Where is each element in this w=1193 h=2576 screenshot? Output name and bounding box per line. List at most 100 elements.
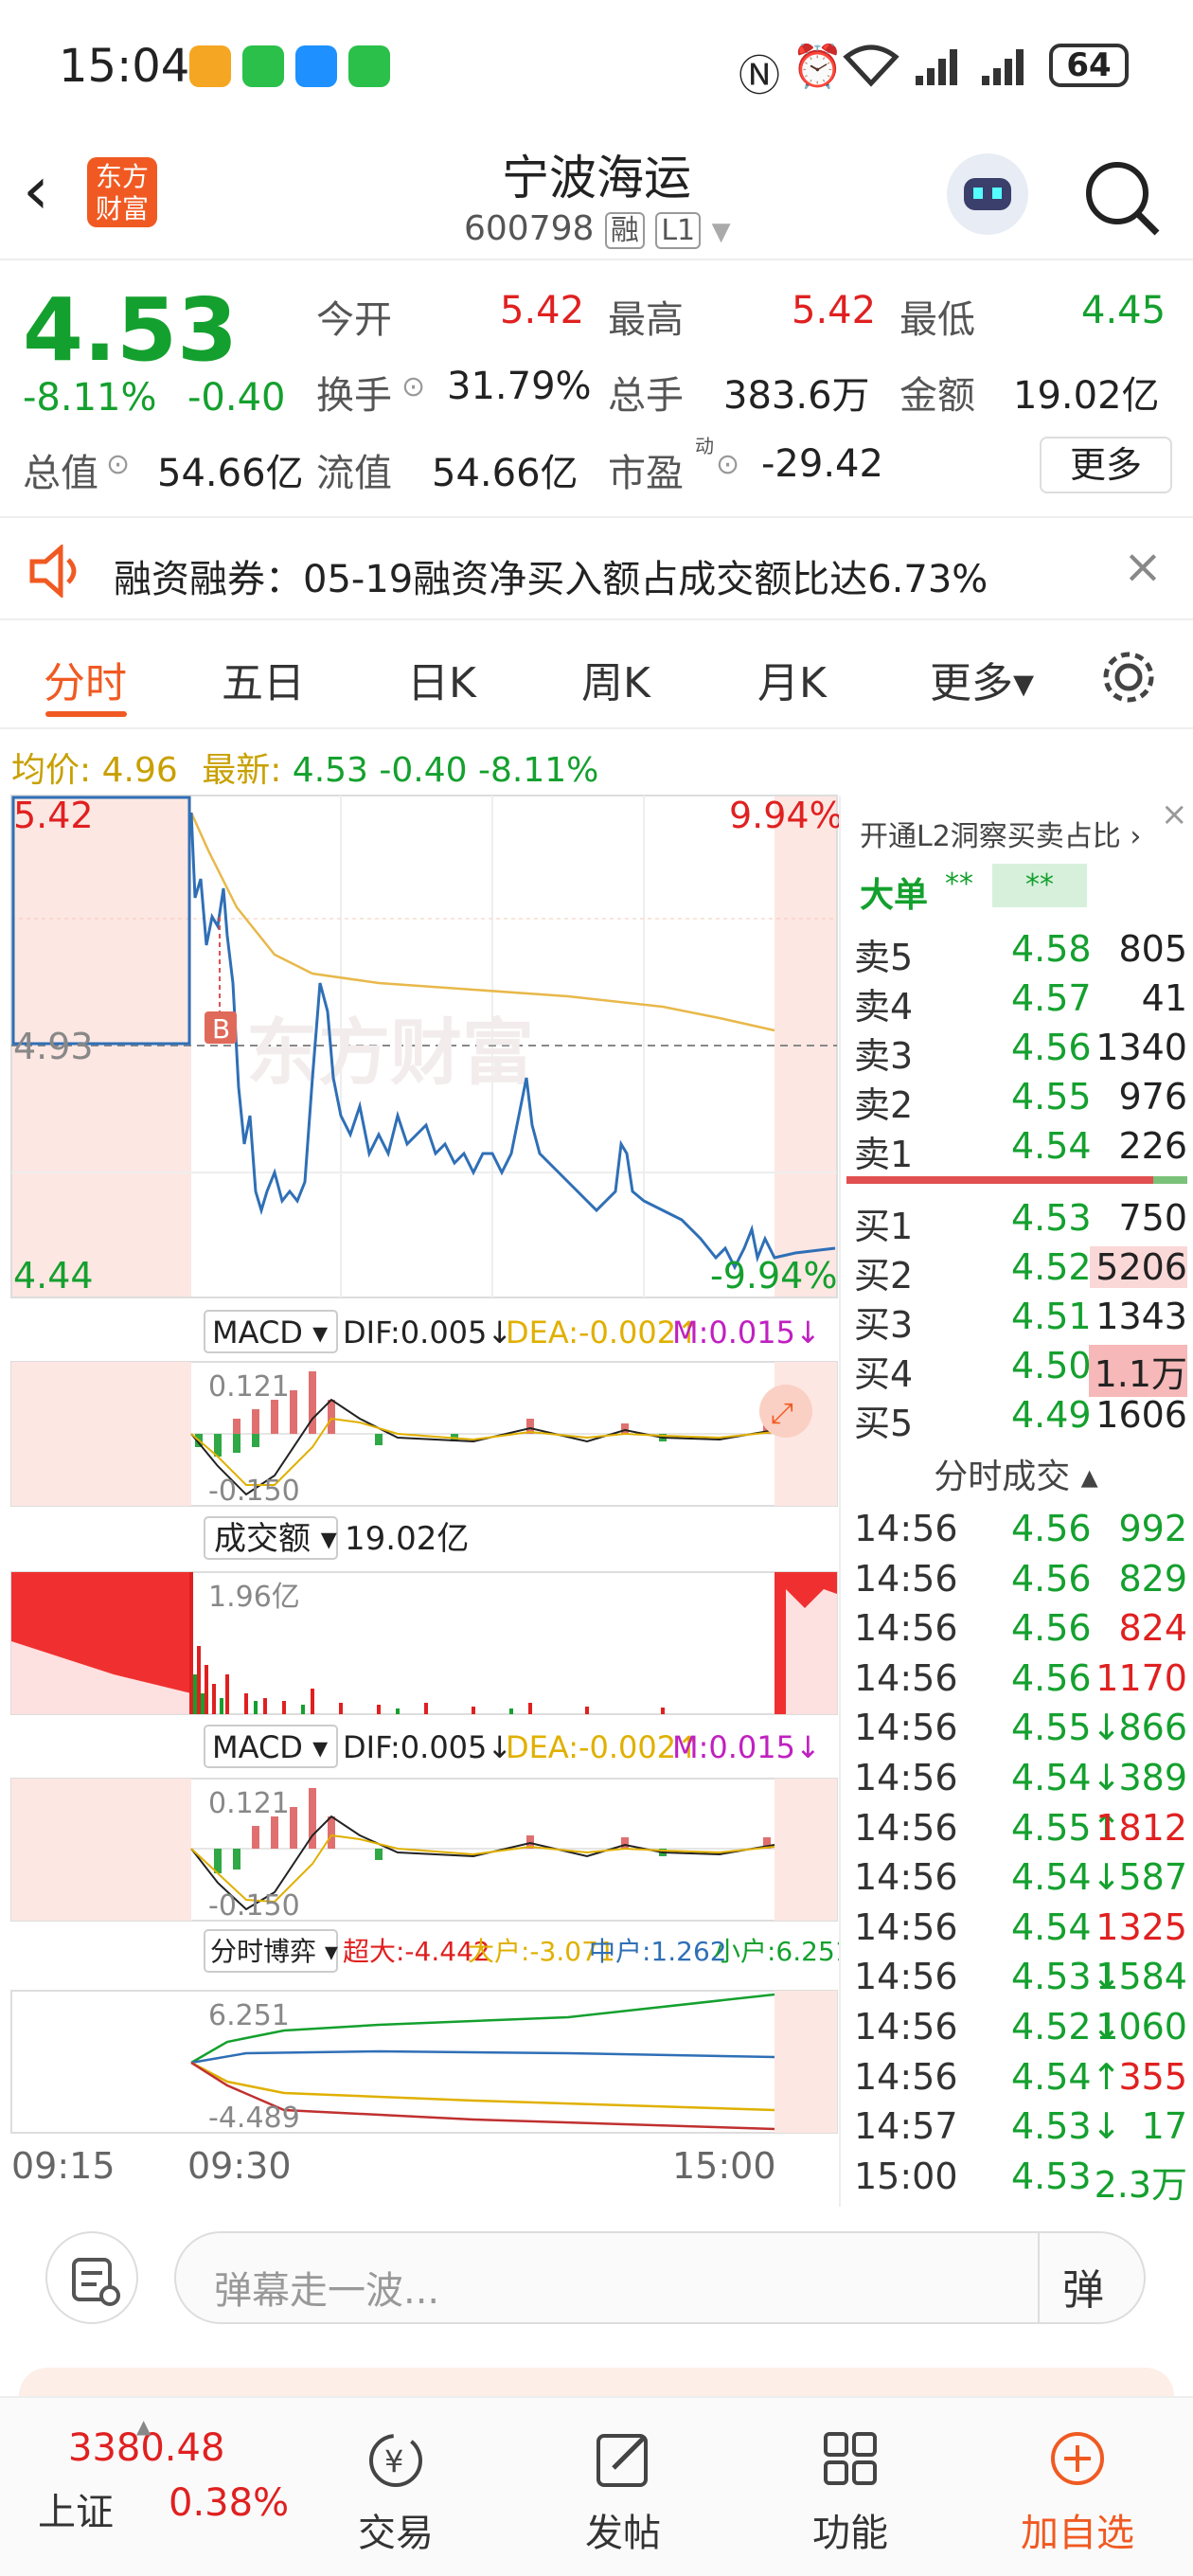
tick-price: 4.55↓ [1011, 1707, 1122, 1749]
row-price: 4.49 [1011, 1394, 1092, 1436]
row-volume: 1606 [1095, 1394, 1187, 1436]
info-icon-2[interactable]: ⊙ [106, 448, 130, 481]
grid-icon [824, 2432, 877, 2485]
close-banner-icon[interactable]: × [1161, 796, 1188, 833]
tab-intraday[interactable]: 分时 [44, 649, 127, 709]
ask-row[interactable]: 卖3 4.56 1340 [850, 1027, 1191, 1077]
m-text: M:0.015↓ [672, 1315, 821, 1351]
tick-row: 14:56 4.56 1170 [850, 1657, 1191, 1707]
chevron-down-icon[interactable]: ▼ [712, 218, 731, 246]
macd-lo-label-2: -0.150 [208, 1889, 300, 1923]
search-icon[interactable] [1079, 155, 1165, 241]
bid-row[interactable]: 买5 4.49 1606 [850, 1394, 1191, 1444]
tab-weekly-k[interactable]: 周K [581, 649, 650, 709]
latest-label: 最新: [202, 751, 282, 790]
nav-add-watchlist[interactable]: 加自选 [1002, 2426, 1153, 2557]
change-pct: -8.11% [23, 376, 157, 420]
info-icon-3[interactable]: ⊙ [716, 448, 739, 481]
tick-volume: 1584 [1095, 1956, 1187, 1998]
chart-tabs: 分时 五日 日K 周K 月K 更多▾ [0, 620, 1193, 729]
wifi-icon [843, 45, 899, 87]
nav-functions[interactable]: 功能 [775, 2426, 926, 2557]
index-name[interactable]: 上证 [38, 2481, 114, 2536]
svg-text:¥: ¥ [384, 2443, 403, 2479]
tab-daily-k[interactable]: 日K [407, 649, 476, 709]
row-label: 卖2 [854, 1084, 914, 1126]
small-text: 小户:6.251 [714, 1936, 839, 1967]
message-icon [295, 45, 337, 87]
ticks-title[interactable]: 分时成交 ▴ [841, 1449, 1191, 1498]
index-pct: 0.38% [169, 2481, 290, 2525]
big-order-b: ** [992, 864, 1087, 907]
low-value: 4.45 [1081, 289, 1166, 332]
tick-row: 14:56 4.53↓ 1584 [850, 1956, 1191, 2005]
latest-value: 4.53 [292, 751, 368, 790]
back-icon[interactable]: ‹ [23, 152, 49, 229]
tick-volume: 829 [1118, 1557, 1187, 1600]
tick-row: 14:56 4.52↓ 1060 [850, 2006, 1191, 2055]
danmaku-button[interactable]: 弹 [1062, 2256, 1104, 2317]
danmaku-icon [72, 2258, 120, 2306]
tab-more[interactable]: 更多▾ [930, 649, 1034, 709]
tick-time: 14:56 [854, 1707, 958, 1749]
tick-row: 14:56 4.54↑ 355 [850, 2056, 1191, 2105]
pe-label: 市盈 [608, 452, 684, 495]
l2-banner[interactable]: 开通L2洞察买卖占比 › [860, 813, 1141, 854]
close-icon[interactable]: × [1123, 539, 1163, 594]
info-icon[interactable]: ⊙ [401, 370, 425, 403]
comment-input-box[interactable]: 弹幕走一波... 弹 [174, 2231, 1146, 2324]
row-label: 买5 [854, 1403, 914, 1444]
bid-row[interactable]: 买4 4.50 1.1万 [850, 1345, 1191, 1397]
high-label: 最高 [608, 298, 684, 342]
tick-price: 4.56 [1011, 1557, 1092, 1600]
nav-post[interactable]: 发帖 [547, 2426, 699, 2557]
speaker-icon [29, 545, 77, 598]
nav-post-label: 发帖 [585, 2512, 661, 2555]
tick-volume: 1170 [1095, 1656, 1187, 1699]
row-volume: 226 [1118, 1125, 1187, 1167]
signal-icon [916, 49, 957, 85]
row-volume: 1343 [1095, 1296, 1187, 1337]
tick-time: 14:56 [854, 2006, 958, 2048]
intraday-chart[interactable]: 东方财富 B 5.42 4.93 4.44 9.94% -9.94% MACD … [0, 794, 839, 2195]
nav-trade[interactable]: ¥ 交易 [320, 2426, 472, 2557]
danmaku-settings-button[interactable] [45, 2231, 138, 2324]
ask-row[interactable]: 卖1 4.54 226 [850, 1125, 1191, 1175]
row-price: 4.53 [1011, 1197, 1092, 1239]
amount-panel-value: 19.02亿 [345, 1520, 469, 1558]
tab-monthly-k[interactable]: 月K [757, 649, 827, 709]
tick-time: 14:56 [854, 1856, 958, 1899]
tick-row: 15:00 4.53 2.3万 [850, 2156, 1191, 2206]
more-button[interactable]: 更多 [1040, 437, 1172, 493]
ask-row[interactable]: 卖5 4.58 805 [850, 928, 1191, 978]
tick-time: 14:57 [854, 2105, 958, 2148]
tick-row: 14:56 4.55↓ 866 [850, 1707, 1191, 1756]
trade-icon: ¥ [369, 2434, 422, 2487]
bid-row[interactable]: 买1 4.53 750 [850, 1197, 1191, 1247]
margin-notice[interactable]: 融资融券：05-19融资净买入额占成交额比达6.73% × [0, 516, 1193, 620]
row-price: 4.51 [1011, 1296, 1092, 1337]
tick-row: 14:56 4.56 992 [850, 1508, 1191, 1557]
ask-row[interactable]: 卖2 4.55 976 [850, 1076, 1191, 1126]
row-label: 买3 [854, 1304, 914, 1346]
macd-label-2: MACD ▾ [212, 1729, 328, 1765]
latest-chg: -0.40 [379, 751, 468, 790]
ask-row[interactable]: 卖4 4.57 41 [850, 977, 1191, 1028]
tick-volume: 824 [1118, 1607, 1187, 1650]
mcap-label: 总值 [23, 452, 98, 495]
tab-five-day[interactable]: 五日 [222, 649, 305, 709]
avg-price-line [189, 812, 775, 1032]
gear-icon[interactable] [1098, 647, 1159, 707]
volume-label: 总手 [608, 374, 684, 418]
stock-name: 宁波海运 [502, 151, 691, 206]
row-price: 4.52 [1011, 1246, 1092, 1288]
tick-row: 14:56 4.55↑ 1812 [850, 1807, 1191, 1856]
chart-info: 均价: 4.96 最新: 4.53 -0.40 -8.11% [11, 742, 835, 790]
turnover-value: 31.79% [447, 365, 592, 408]
comment-placeholder: 弹幕走一波... [214, 2269, 440, 2313]
game-hi-label: 6.251 [208, 1999, 290, 2032]
bid-row[interactable]: 买2 4.52 5206 [850, 1246, 1191, 1297]
robot-avatar-icon[interactable] [947, 153, 1028, 235]
bid-row[interactable]: 买3 4.51 1343 [850, 1296, 1191, 1346]
logo-text-1: 东方 [95, 161, 149, 192]
